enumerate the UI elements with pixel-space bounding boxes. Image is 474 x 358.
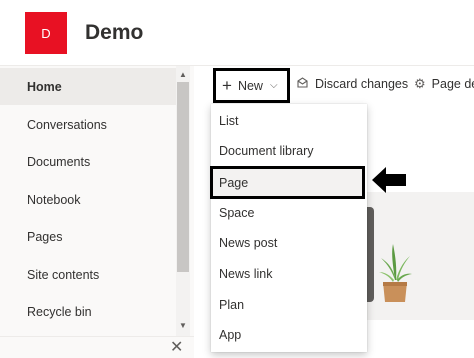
sidebar-item-site-contents[interactable]: Site contents [0,256,176,293]
new-menu: List Document library Page Space News po… [210,104,367,352]
page-details-button[interactable]: ⚙ Page de [414,76,474,92]
sidebar-item-pages[interactable]: Pages [0,218,176,255]
page-details-label: Page de [431,77,474,91]
gear-icon: ⚙ [414,76,426,91]
new-button[interactable]: + New ⌵ [213,68,290,103]
sidebar-item-home[interactable]: Home [0,68,176,105]
new-button-label: New [237,78,263,93]
sidebar-item-notebook[interactable]: Notebook [0,181,176,218]
divider [0,336,194,337]
sidebar-item-documents[interactable]: Documents [0,143,176,180]
menu-item-app[interactable]: App [211,320,367,350]
plus-icon: + [222,75,232,95]
menu-item-document-library[interactable]: Document library [211,136,367,166]
chevron-down-icon: ⌵ [269,80,278,91]
menu-item-news-post[interactable]: News post [211,228,367,258]
discard-icon [296,76,309,92]
menu-item-list[interactable]: List [211,106,367,136]
menu-item-news-link[interactable]: News link [211,259,367,289]
menu-item-page[interactable]: Page [210,166,365,199]
menu-item-plan[interactable]: Plan [211,290,367,320]
site-logo[interactable]: D [25,12,67,54]
menu-item-space[interactable]: Space [211,198,367,228]
scroll-up-icon[interactable]: ▲ [179,70,187,79]
sidebar-item-conversations[interactable]: Conversations [0,106,176,143]
scroll-down-icon[interactable]: ▼ [179,321,187,330]
site-title[interactable]: Demo [85,21,143,45]
plant-icon [379,244,412,302]
close-icon[interactable]: ✕ [170,340,183,356]
arrow-left-icon [372,167,406,193]
scrollbar-thumb[interactable] [177,82,189,272]
site-header: D Demo [0,0,474,66]
site-logo-letter: D [41,25,51,41]
discard-changes-label: Discard changes [315,77,409,91]
sidebar-item-recycle-bin[interactable]: Recycle bin [0,293,176,330]
discard-changes-button[interactable]: Discard changes [296,76,408,92]
